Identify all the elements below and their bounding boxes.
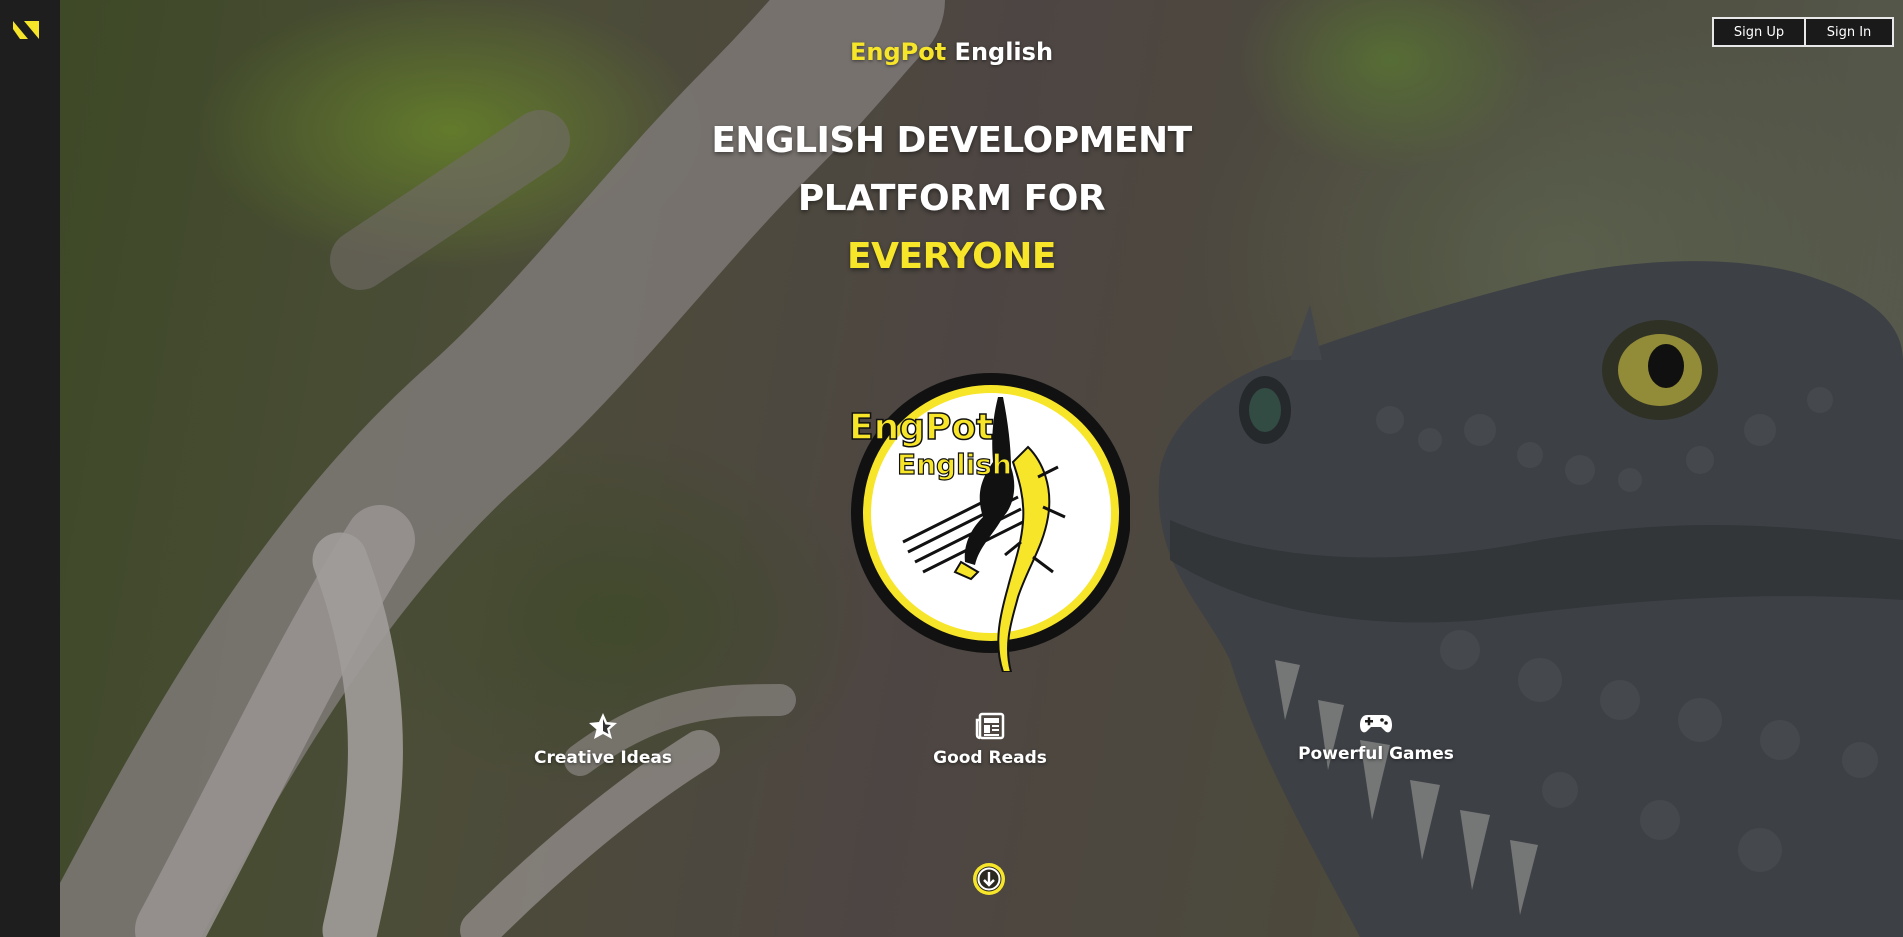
- hero-headline: ENGLISH DEVELOPMENT PLATFORM FOR EVERYON…: [0, 112, 1903, 286]
- headline-line-3: EVERYONE: [847, 236, 1056, 277]
- headline-line-2: PLATFORM FOR: [797, 178, 1106, 219]
- feature-label: Creative Ideas: [534, 748, 672, 768]
- brand-name-accent: EngPot: [849, 38, 947, 66]
- newspaper-icon: [975, 712, 1005, 740]
- site-logo-icon[interactable]: [13, 21, 39, 39]
- feature-good-reads[interactable]: Good Reads: [870, 712, 1110, 768]
- star-icon: [589, 713, 617, 739]
- feature-label: Good Reads: [933, 748, 1047, 768]
- emblem-text-engpot: EngPot: [849, 407, 993, 448]
- arrow-down-circle-icon[interactable]: [972, 862, 1006, 896]
- sign-up-button[interactable]: Sign Up: [1712, 17, 1806, 47]
- emblem-text-english: English: [897, 448, 1012, 481]
- headline-line-1: ENGLISH DEVELOPMENT: [711, 120, 1192, 161]
- auth-buttons: Sign Up Sign In: [1712, 17, 1894, 47]
- brand-title[interactable]: EngPot English: [0, 38, 1903, 66]
- feature-powerful-games[interactable]: Powerful Games: [1256, 712, 1496, 764]
- sidebar: [0, 0, 60, 937]
- feature-label: Powerful Games: [1298, 744, 1454, 764]
- brand-name-rest: English: [954, 38, 1054, 66]
- engpot-emblem-logo: EngPot English: [848, 373, 1130, 672]
- gamepad-icon: [1360, 715, 1392, 733]
- sign-in-button[interactable]: Sign In: [1806, 17, 1894, 47]
- feature-creative-ideas[interactable]: Creative Ideas: [483, 712, 723, 768]
